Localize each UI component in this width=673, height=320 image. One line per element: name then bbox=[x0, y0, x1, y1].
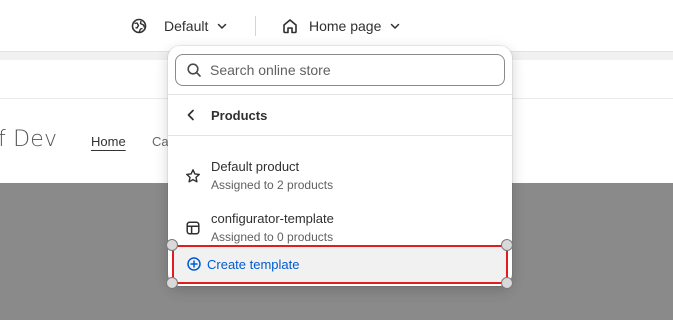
create-template-label: Create template bbox=[207, 256, 300, 272]
template-name: Default product bbox=[211, 159, 300, 174]
store-name: f Dev bbox=[0, 127, 58, 152]
resize-handle-bottom-right[interactable] bbox=[501, 277, 513, 289]
store-nav-home[interactable]: Home bbox=[91, 134, 126, 149]
chevron-down-icon bbox=[389, 20, 401, 32]
globe-icon bbox=[130, 17, 148, 35]
theme-selector[interactable]: Default bbox=[130, 14, 228, 38]
section-title: Products bbox=[211, 107, 268, 123]
topbar-divider bbox=[255, 16, 256, 36]
divider bbox=[168, 135, 512, 136]
chevron-left-icon bbox=[184, 108, 198, 122]
home-icon bbox=[281, 17, 299, 35]
search-icon bbox=[186, 62, 202, 78]
back-to-products-button[interactable]: Products bbox=[168, 95, 512, 135]
editor-topbar: Default Home page bbox=[0, 0, 673, 52]
resize-handle-bottom-left[interactable] bbox=[166, 277, 178, 289]
resize-handle-top-right[interactable] bbox=[501, 239, 513, 251]
create-template-button[interactable]: Create template bbox=[172, 246, 508, 282]
page-selector[interactable]: Home page bbox=[281, 14, 401, 38]
resize-handle-top-left[interactable] bbox=[166, 239, 178, 251]
theme-selector-label: Default bbox=[164, 18, 209, 34]
layout-icon bbox=[185, 220, 201, 236]
chevron-down-icon bbox=[216, 20, 228, 32]
star-icon bbox=[185, 168, 201, 184]
page-template-dropdown: Products Default product Assigned to 2 p… bbox=[168, 46, 512, 286]
store-nav-catalog[interactable]: Ca bbox=[152, 134, 169, 149]
template-assignment: Assigned to 2 products bbox=[211, 178, 334, 192]
template-name: configurator-template bbox=[211, 211, 334, 226]
search-field[interactable] bbox=[175, 54, 505, 86]
template-assignment: Assigned to 0 products bbox=[211, 230, 334, 244]
plus-circle-icon bbox=[186, 256, 202, 272]
page-selector-label: Home page bbox=[309, 18, 382, 34]
template-item-default-product[interactable]: Default product Assigned to 2 products bbox=[168, 150, 512, 202]
search-input[interactable] bbox=[210, 62, 490, 78]
